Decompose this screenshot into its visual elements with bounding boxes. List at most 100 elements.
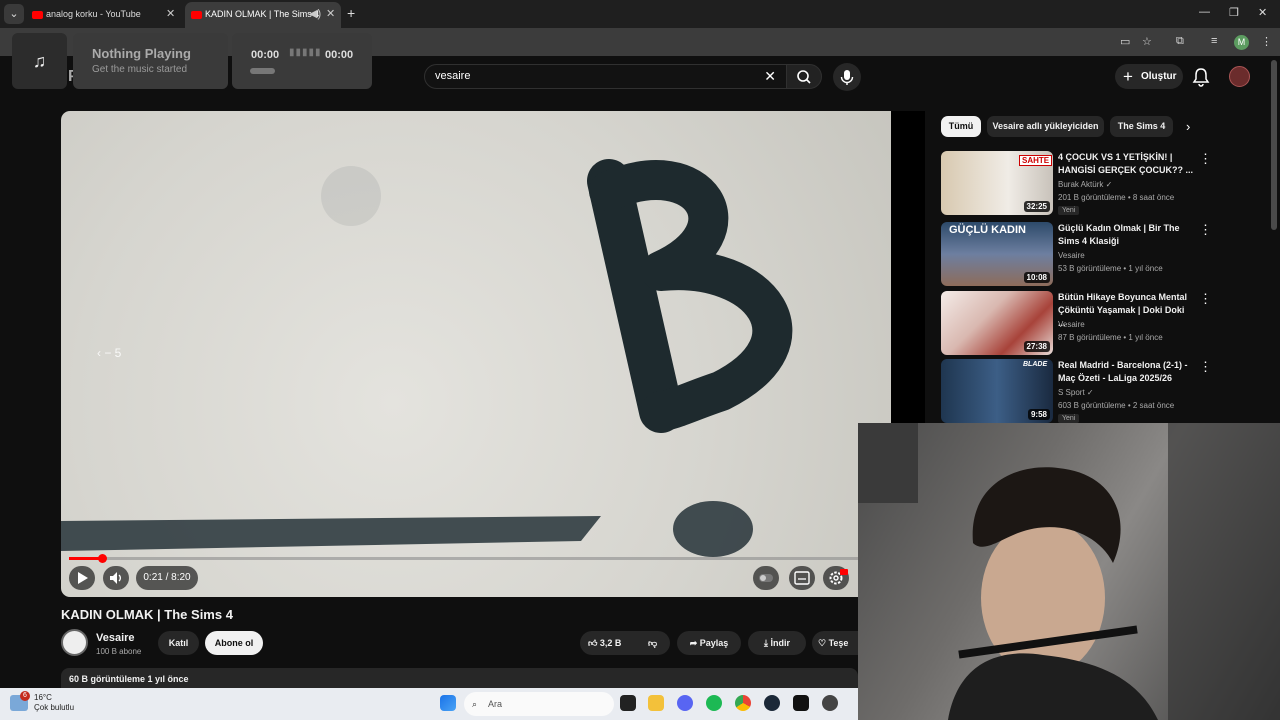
search-button[interactable] [786,64,822,89]
pause-toggle-icon [759,574,773,582]
thanks-label: Teşe [828,638,849,648]
like-button[interactable]: 👍︎ 3,2 B [588,638,621,648]
search-input[interactable]: vesaire [435,70,470,82]
recommendation-channel: Vesaire [1058,251,1085,260]
share-button[interactable]: ➦ Paylaş [677,631,741,655]
chrome-icon[interactable] [735,695,751,711]
video-duration: 9:58 [1027,409,1050,420]
close-tab-icon[interactable]: ✕ [326,2,335,26]
video-thumbnail[interactable]: SAHTE 32:25 [941,151,1053,215]
recommendation-meta: 201 B görüntüleme • 8 saat önce [1058,193,1175,202]
video-thumbnail[interactable]: 27:38 [941,291,1053,355]
now-playing-panel[interactable]: Nothing Playing Get the music started [73,33,228,89]
tab-analog-korku[interactable]: analog korku - YouTube ✕ [16,2,182,28]
extensions-icon[interactable]: ⧉ [1176,35,1184,48]
windows-taskbar: 6 16°C Çok bulutlu ⌕ Ara [0,688,858,720]
music-progress-bar[interactable] [250,68,275,74]
gear-icon [829,569,848,585]
close-window-icon[interactable]: ✕ [1258,6,1267,19]
minimize-icon[interactable]: — [1199,6,1210,18]
view-count-date: 60 B görüntüleme 1 yıl önce [69,674,189,684]
more-options-icon[interactable]: ⋮ [1199,222,1212,238]
temperature: 16°C [34,693,52,702]
chevron-right-icon[interactable]: › [1186,119,1190,134]
search-icon [797,70,811,84]
capcut-icon[interactable] [793,695,809,711]
video-progress-bar[interactable] [69,554,859,563]
taskbar-search-placeholder: Ara [488,699,503,709]
chip-the-sims-4[interactable]: The Sims 4 [1110,116,1173,137]
page-scrollbar[interactable] [1271,60,1277,230]
voice-search-button[interactable] [833,63,861,91]
taskbar-search[interactable]: ⌕ Ara [464,692,614,716]
create-label: Oluştur [1141,71,1177,82]
chip-all[interactable]: Tümü [941,116,981,137]
more-options-icon[interactable]: ⋮ [1199,359,1212,375]
video-duration: 27:38 [1023,341,1050,352]
seek-back-indicator: ‹ − 5 [97,346,122,360]
spotify-icon[interactable] [706,695,722,711]
profile-avatar[interactable]: M [1234,35,1249,50]
account-avatar[interactable] [1229,66,1250,87]
subscribe-button[interactable]: Abone ol [205,631,263,655]
recommendation-item[interactable]: BLADE 9:58 Real Madrid - Barcelona (2-1)… [941,359,1241,423]
join-button[interactable]: Katıl [158,631,199,655]
music-note-icon[interactable]: ♫ [12,33,67,89]
recommendation-item[interactable]: GÜÇLÜ KADIN 10:08 Güçlü Kadın Olmak | Bi… [941,222,1241,286]
channel-avatar[interactable] [61,629,88,656]
recommendation-meta: 603 B görüntüleme • 2 saat önce [1058,401,1175,410]
clear-search-icon[interactable]: ✕ [764,68,776,85]
create-button[interactable]: + Oluştur [1115,64,1183,89]
tab-kadin-olmak[interactable]: KADIN OLMAK | The Sims 4 ◀) ✕ [185,2,341,28]
elapsed-time: 00:00 [251,49,280,61]
media-control-icon[interactable]: ≡ [1211,35,1217,47]
notifications-button[interactable] [1192,67,1210,92]
more-options-icon[interactable]: ⋮ [1199,291,1212,307]
recommendation-title: Real Madrid - Barcelona (2-1) - Maç Özet… [1058,360,1188,383]
now-playing-subtitle: Get the music started [92,64,188,75]
close-tab-icon[interactable]: ✕ [166,2,175,26]
discord-icon[interactable] [677,695,693,711]
volume-icon [110,572,121,584]
volume-button[interactable] [103,566,129,590]
play-button[interactable] [69,566,95,590]
video-thumbnail[interactable]: BLADE 9:58 [941,359,1053,423]
thanks-icon: ♡ [818,638,829,648]
start-menu-icon[interactable] [440,695,456,711]
bookmark-star-icon[interactable]: ☆ [1142,35,1152,48]
video-player[interactable]: ‹ − 5 0:21 / 8:20 [61,111,925,597]
new-tab-button[interactable]: + [347,5,355,21]
description-box[interactable]: 60 B görüntüleme 1 yıl önce [61,668,858,688]
music-time-panel: 00:00 ▮▮▮▮▮ 00:00 [232,33,372,89]
new-badge: Yeni [1058,206,1080,215]
weather-badge: 6 [20,691,30,701]
download-button[interactable]: ⤓ İndir [748,631,806,655]
restore-icon[interactable]: ❐ [1229,6,1239,19]
speaker-icon[interactable]: ◀) [309,2,321,26]
recommendation-item[interactable]: SAHTE 32:25 4 ÇOCUK VS 1 YETİŞKİN! | HAN… [941,151,1241,215]
bell-icon [1192,68,1210,87]
search-box[interactable]: vesaire ✕ [424,64,787,89]
video-frame[interactable] [61,111,891,597]
channel-name[interactable]: Vesaire [96,632,135,644]
now-playing-title: Nothing Playing [92,46,191,61]
more-options-icon[interactable]: ⋮ [1199,151,1212,167]
youtube-favicon-icon [191,11,202,19]
microphone-icon [840,70,854,85]
cast-icon[interactable]: ▭ [1120,35,1130,48]
chip-from-uploader[interactable]: Vesaire adlı yükleyiciden [987,116,1104,137]
steam-icon[interactable] [764,695,780,711]
recommendation-item[interactable]: 27:38 Bütün Hikaye Boyunca Mental Çökünt… [941,291,1241,355]
weather-widget[interactable]: 16°C Çok bulutlu [34,693,74,713]
autoplay-toggle[interactable] [753,566,779,590]
file-explorer-icon[interactable] [648,695,664,711]
thumbs-up-icon: 👍︎ [588,638,598,648]
video-thumbnail[interactable]: GÜÇLÜ KADIN 10:08 [941,222,1053,286]
task-view-icon[interactable] [620,695,636,711]
app-icon[interactable] [822,695,838,711]
settings-button[interactable] [823,566,849,590]
subtitles-button[interactable] [789,566,815,590]
browser-menu-icon[interactable]: ⋮ [1261,35,1272,48]
thanks-button[interactable]: ♡ Teşe [812,631,858,655]
thumbs-down-icon[interactable]: 👎︎ [648,631,657,655]
